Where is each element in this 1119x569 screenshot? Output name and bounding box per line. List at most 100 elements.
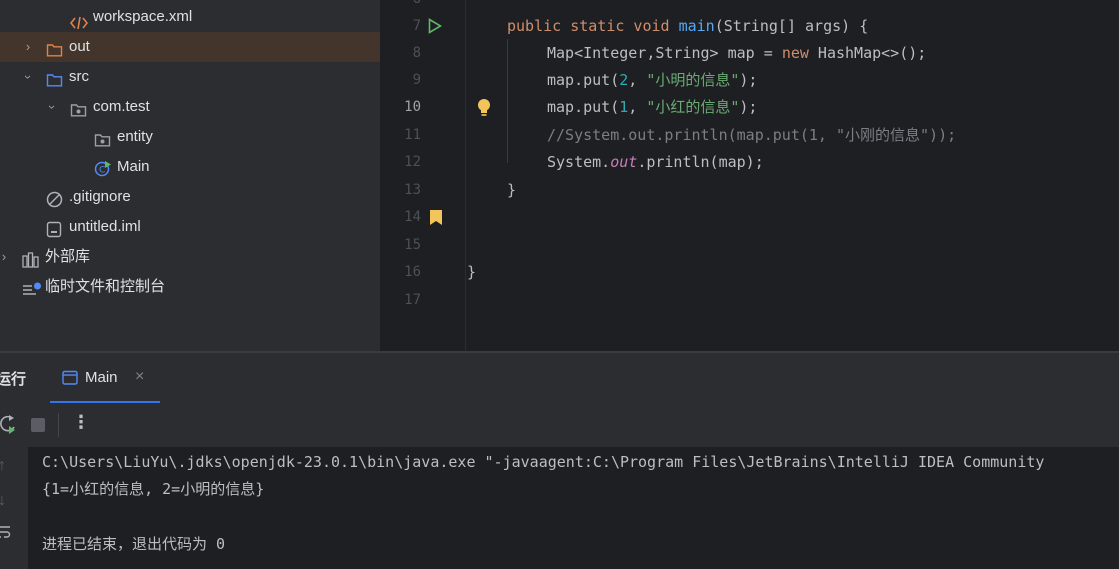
rerun-icon[interactable] (0, 415, 18, 440)
lightbulb-icon[interactable] (477, 98, 491, 122)
tree-item-com-test[interactable]: › com.test (0, 92, 380, 122)
code-text: Map<Integer,String> map = (547, 44, 782, 62)
run-config-icon (62, 370, 78, 391)
tree-item-main[interactable]: C Main (0, 152, 380, 182)
soft-wrap-icon[interactable] (0, 525, 12, 544)
run-panel-header: 运行 Main × (0, 353, 1119, 403)
folder-icon (46, 39, 63, 57)
code-number: 1 (619, 98, 629, 116)
line-number: 13 (404, 182, 421, 198)
code-text: System. (547, 153, 611, 171)
code-number: 2 (619, 71, 629, 89)
line-number: 11 (404, 127, 421, 143)
tree-item-label: untitled.iml (69, 218, 141, 235)
tree-item-gitignore[interactable]: .gitignore (0, 182, 380, 212)
stop-icon[interactable] (31, 418, 45, 432)
line-number: 6 (381, 0, 421, 13)
line-number: 14 (404, 209, 421, 225)
editor-gutter: 6 7 8 9 10 11 12 13 14 15 16 17 (381, 0, 490, 351)
code-line-7: public static void main(String[] args) { (507, 13, 868, 40)
xml-file-icon (69, 11, 89, 30)
console-line-command: C:\Users\LiuYu\.jdks\openjdk-23.0.1\bin\… (42, 453, 1045, 471)
line-number: 17 (404, 292, 421, 308)
scroll-down-icon[interactable]: ↓ (0, 492, 6, 510)
code-line-11: //System.out.println(map.put(1, "小刚的信息")… (547, 122, 956, 149)
more-options-icon[interactable]: ⋮ (72, 412, 90, 433)
code-keyword: public static void (507, 17, 679, 35)
tree-item-label: workspace.xml (93, 8, 193, 25)
package-icon (70, 99, 87, 117)
tab-label: Main (85, 369, 118, 386)
line-number: 15 (404, 237, 421, 253)
chevron-right-icon[interactable]: › (0, 242, 11, 272)
code-line-16: } (467, 263, 477, 281)
run-toolbar: ⋮ (0, 403, 1119, 447)
chevron-down-icon[interactable]: › (37, 100, 67, 114)
line-number: 8 (412, 45, 421, 61)
java-class-icon: C (94, 159, 111, 177)
run-panel-title: 运行 (0, 371, 27, 388)
indent-guide (507, 39, 508, 163)
bookmark-icon[interactable] (430, 210, 442, 230)
chevron-down-icon[interactable]: › (13, 70, 43, 84)
code-text: map.put( (547, 98, 620, 116)
code-string: "小明的信息" (646, 71, 740, 89)
source-folder-icon (46, 69, 63, 87)
console-line-exit: 进程已结束，退出代码为 0 (42, 535, 226, 553)
code-editor[interactable]: 6 7 8 9 10 11 12 13 14 15 16 17 public s… (381, 0, 1119, 351)
ignore-file-icon (46, 189, 63, 208)
tree-item-out[interactable]: › out (0, 32, 380, 62)
tree-item-label: entity (117, 128, 153, 145)
code-method-name: main (678, 17, 715, 35)
tree-item-untitled-iml[interactable]: untitled.iml (0, 212, 380, 242)
tree-item-entity[interactable]: entity (0, 122, 380, 152)
tree-item-label: out (69, 38, 90, 55)
tree-item-external-libraries[interactable]: › 外部库 (0, 242, 380, 272)
tree-item-label: .gitignore (69, 188, 131, 205)
chevron-right-icon[interactable]: › (21, 32, 35, 62)
line-number: 12 (404, 154, 421, 170)
code-text: .println(map); (637, 153, 764, 171)
console-line-output: {1=小红的信息, 2=小明的信息} (42, 480, 265, 498)
tree-item-scratches[interactable]: 临时文件和控制台 (0, 272, 380, 302)
iml-file-icon (46, 219, 62, 238)
run-gutter-icon[interactable] (428, 18, 443, 39)
code-text: , (628, 71, 647, 89)
svg-text:C: C (99, 166, 105, 176)
console-output[interactable]: C:\Users\LiuYu\.jdks\openjdk-23.0.1\bin\… (0, 447, 1119, 569)
code-comment: //System.out.println(map.put(1, "小刚的信息")… (547, 126, 957, 144)
line-number: 16 (404, 264, 421, 280)
code-text: HashMap<>(); (808, 44, 927, 62)
package-icon (94, 129, 111, 147)
line-number: 9 (412, 72, 421, 88)
code-line-10: map.put(1, "小红的信息"); (547, 94, 757, 121)
code-static-field: out (610, 153, 638, 171)
tree-item-workspace-xml[interactable]: workspace.xml (0, 2, 380, 32)
code-keyword: new (781, 44, 809, 62)
project-tree: workspace.xml › out › src › com.test ent… (0, 0, 380, 351)
line-number-current: 10 (404, 99, 421, 115)
scroll-up-icon[interactable]: ↑ (0, 457, 6, 475)
tab-main[interactable]: Main × (50, 353, 160, 403)
line-number: 7 (412, 18, 421, 34)
toolbar-separator (58, 413, 59, 437)
code-text: (String[] args) { (714, 17, 869, 35)
code-text: map.put( (547, 71, 620, 89)
code-line-9: map.put(2, "小明的信息"); (547, 67, 757, 94)
code-text: ); (739, 98, 758, 116)
gutter-border (465, 0, 466, 351)
tree-item-label: src (69, 68, 89, 85)
tree-item-label: com.test (93, 98, 150, 115)
tree-item-label: 临时文件和控制台 (45, 278, 166, 295)
tree-item-label: Main (117, 158, 150, 175)
code-string: "小红的信息" (646, 98, 740, 116)
close-icon[interactable]: × (135, 368, 144, 386)
tree-item-src[interactable]: › src (0, 62, 380, 92)
code-text: ); (739, 71, 758, 89)
scratches-icon (22, 279, 41, 295)
code-line-12: System.out.println(map); (547, 149, 764, 176)
code-text: , (628, 98, 647, 116)
code-line-8: Map<Integer,String> map = new HashMap<>(… (547, 40, 926, 67)
console-side-toolbar: ↑ ↓ (0, 447, 28, 569)
library-icon (22, 249, 39, 268)
